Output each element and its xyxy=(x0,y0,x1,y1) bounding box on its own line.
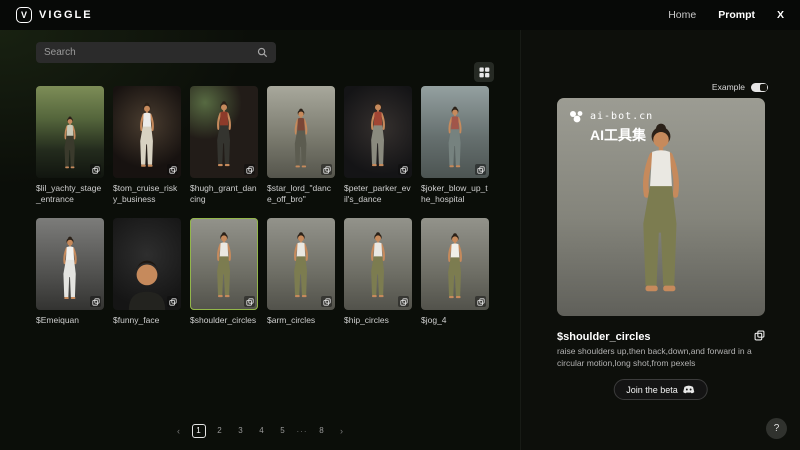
item-label: $hugh_grant_dancing xyxy=(190,183,258,205)
page-4[interactable]: 4 xyxy=(255,424,269,438)
watermark-brand: ai-bot.cn xyxy=(590,111,653,122)
preview-image[interactable]: ai-bot.cn AI工具集 xyxy=(557,98,765,316)
gallery-item: $star_lord_"dance_off_bro" xyxy=(267,86,335,205)
thumb-joker[interactable] xyxy=(421,86,489,178)
search-input[interactable] xyxy=(44,47,257,58)
copy-icon[interactable] xyxy=(244,296,255,307)
item-label: $funny_face xyxy=(113,315,181,326)
thumb-shoulder-circles[interactable] xyxy=(190,218,258,310)
copy-icon[interactable] xyxy=(321,164,332,175)
gallery-item: $lil_yachty_stage_entrance xyxy=(36,86,104,205)
example-toggle[interactable] xyxy=(751,83,768,92)
thumb-jog-4[interactable] xyxy=(421,218,489,310)
copy-icon[interactable] xyxy=(90,164,101,175)
join-beta-label: Join the beta xyxy=(626,385,678,395)
item-label: $shoulder_circles xyxy=(190,315,258,326)
page-3[interactable]: 3 xyxy=(234,424,248,438)
detail-panel: Example ai-bot.cn AI工具集 $shoulder_circle… xyxy=(520,30,800,450)
page-prev-icon[interactable]: ‹ xyxy=(173,426,185,436)
item-label: $tom_cruise_risky_business xyxy=(113,183,181,205)
item-label: $jog_4 xyxy=(421,315,489,326)
nav-prompt[interactable]: Prompt xyxy=(718,9,755,21)
example-label: Example xyxy=(712,82,745,92)
thumb-lil-yachty[interactable] xyxy=(36,86,104,178)
page-2[interactable]: 2 xyxy=(213,424,227,438)
copy-icon[interactable] xyxy=(398,296,409,307)
gallery-item: $jog_4 xyxy=(421,218,489,326)
item-label: $Emeiquan xyxy=(36,315,104,326)
copy-icon[interactable] xyxy=(321,296,332,307)
item-label: $hip_circles xyxy=(344,315,412,326)
copy-prompt-icon[interactable] xyxy=(754,328,765,346)
grid-icon xyxy=(479,67,490,78)
page-ellipsis: ··· xyxy=(297,427,308,436)
grid-view-toggle[interactable] xyxy=(474,62,494,82)
thumb-star-lord[interactable] xyxy=(267,86,335,178)
item-label: $peter_parker_evil's_dance xyxy=(344,183,412,205)
thumb-tom-cruise[interactable] xyxy=(113,86,181,178)
copy-icon[interactable] xyxy=(167,164,178,175)
join-beta-button[interactable]: Join the beta xyxy=(613,379,708,400)
gallery-item: $hip_circles xyxy=(344,218,412,326)
brand-name: VIGGLE xyxy=(39,9,93,21)
pagination: ‹ 1 2 3 4 5 ··· 8 › xyxy=(0,424,520,438)
gallery-item: $tom_cruise_risky_business xyxy=(113,86,181,205)
gallery-item: $hugh_grant_dancing xyxy=(190,86,258,205)
search-icon xyxy=(257,47,268,58)
copy-icon[interactable] xyxy=(475,296,486,307)
item-label: $arm_circles xyxy=(267,315,335,326)
thumb-funny-face[interactable] xyxy=(113,218,181,310)
copy-icon[interactable] xyxy=(167,296,178,307)
detail-description: raise shoulders up,then back,down,and fo… xyxy=(557,346,765,369)
thumb-arm-circles[interactable] xyxy=(267,218,335,310)
page-5[interactable]: 5 xyxy=(276,424,290,438)
page-1[interactable]: 1 xyxy=(192,424,206,438)
search-bar[interactable] xyxy=(36,42,276,63)
character-figure xyxy=(622,122,700,310)
gallery-panel: $lil_yachty_stage_entrance $tom_cruise_r… xyxy=(0,30,520,450)
page-8[interactable]: 8 xyxy=(315,424,329,438)
watermark-logo-icon xyxy=(569,110,585,123)
gallery-item: $funny_face xyxy=(113,218,181,326)
viggle-logo[interactable]: V VIGGLE xyxy=(16,7,93,23)
copy-icon[interactable] xyxy=(90,296,101,307)
item-label: $joker_blow_up_the_hospital xyxy=(421,183,489,205)
detail-title: $shoulder_circles xyxy=(557,331,651,343)
thumb-peter-parker[interactable] xyxy=(344,86,412,178)
header: V VIGGLE Home Prompt X xyxy=(0,0,800,30)
item-label: $lil_yachty_stage_entrance xyxy=(36,183,104,205)
detail-title-row: $shoulder_circles xyxy=(557,328,765,346)
thumb-hugh-grant[interactable] xyxy=(190,86,258,178)
copy-icon[interactable] xyxy=(475,164,486,175)
viggle-logo-icon: V xyxy=(16,7,32,23)
template-grid: $lil_yachty_stage_entrance $tom_cruise_r… xyxy=(36,86,489,326)
item-label: $star_lord_"dance_off_bro" xyxy=(267,183,335,205)
nav-home[interactable]: Home xyxy=(668,9,696,21)
thumb-emeiquan[interactable] xyxy=(36,218,104,310)
gallery-item: $peter_parker_evil's_dance xyxy=(344,86,412,205)
gallery-item: $arm_circles xyxy=(267,218,335,326)
top-nav: Home Prompt X xyxy=(668,9,784,21)
gallery-item: $shoulder_circles xyxy=(190,218,258,326)
copy-icon[interactable] xyxy=(398,164,409,175)
help-button[interactable]: ? xyxy=(766,418,787,439)
gallery-item: $joker_blow_up_the_hospital xyxy=(421,86,489,205)
example-row: Example xyxy=(712,82,768,92)
thumb-hip-circles[interactable] xyxy=(344,218,412,310)
copy-icon[interactable] xyxy=(244,164,255,175)
discord-icon xyxy=(683,385,695,394)
nav-x[interactable]: X xyxy=(777,9,784,21)
gallery-item: $Emeiquan xyxy=(36,218,104,326)
page-next-icon[interactable]: › xyxy=(336,426,348,436)
